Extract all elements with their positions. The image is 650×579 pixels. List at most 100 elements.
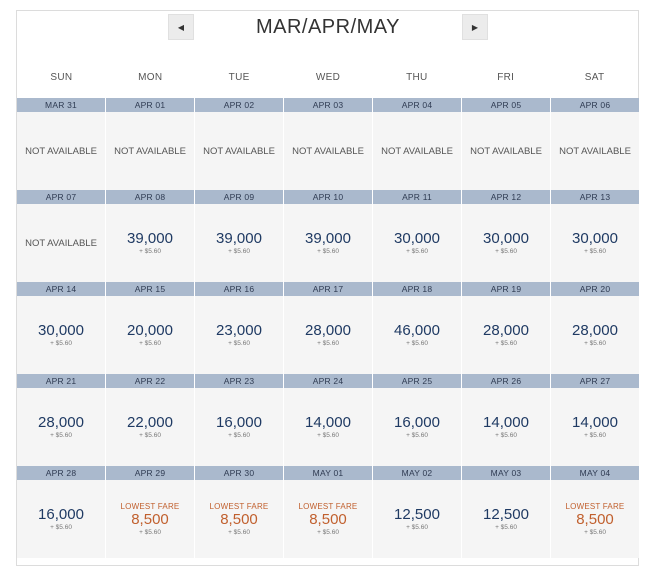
- miles-price: 39,000: [216, 229, 262, 247]
- day-cell[interactable]: 39,000 + $5.60: [106, 204, 194, 282]
- miles-price: 39,000: [127, 229, 173, 247]
- date-label: APR 25: [373, 374, 461, 388]
- day-cell[interactable]: 28,000 + $5.60: [17, 388, 105, 466]
- prev-month-button[interactable]: ◀: [168, 14, 194, 40]
- lowest-fare-tag: LOWEST FARE: [209, 501, 269, 511]
- date-label: APR 12: [462, 190, 550, 204]
- date-label: APR 23: [195, 374, 283, 388]
- day-cell[interactable]: 14,000 + $5.60: [284, 388, 372, 466]
- weekday-label: FRI: [497, 72, 515, 83]
- date-label: APR 05: [462, 98, 550, 112]
- tax-fee: + $5.60: [50, 523, 72, 531]
- tax-fee: + $5.60: [495, 247, 517, 255]
- weekday-label: TUE: [228, 72, 250, 83]
- tax-fee: + $5.60: [228, 431, 250, 439]
- miles-price: 46,000: [394, 321, 440, 339]
- day-cell[interactable]: 20,000 + $5.60: [106, 296, 194, 374]
- tax-fee: + $5.60: [139, 431, 161, 439]
- date-label: APR 24: [284, 374, 372, 388]
- day-cell[interactable]: 12,500 + $5.60: [373, 480, 461, 558]
- tax-fee: + $5.60: [495, 339, 517, 347]
- date-label: APR 07: [17, 190, 105, 204]
- tax-fee: + $5.60: [495, 431, 517, 439]
- tax-fee: + $5.60: [50, 339, 72, 347]
- not-available-label: NOT AVAILABLE: [203, 145, 275, 157]
- miles-price: 16,000: [216, 413, 262, 431]
- day-cell[interactable]: LOWEST FARE 8,500 + $5.60: [195, 480, 283, 558]
- day-cell[interactable]: 16,000 + $5.60: [373, 388, 461, 466]
- miles-price: 16,000: [38, 505, 84, 523]
- day-cell[interactable]: LOWEST FARE 8,500 + $5.60: [106, 480, 194, 558]
- tax-fee: + $5.60: [406, 431, 428, 439]
- day-cell[interactable]: LOWEST FARE 8,500 + $5.60: [284, 480, 372, 558]
- day-cell: NOT AVAILABLE: [17, 112, 105, 190]
- date-label: APR 10: [284, 190, 372, 204]
- day-cell[interactable]: 30,000 + $5.60: [373, 204, 461, 282]
- day-cell: NOT AVAILABLE: [284, 112, 372, 190]
- miles-price: 30,000: [572, 229, 618, 247]
- miles-price: 12,500: [483, 505, 529, 523]
- date-label: APR 27: [551, 374, 639, 388]
- date-label: APR 29: [106, 466, 194, 480]
- week-date-bar: MAR 31 APR 01 APR 02 APR 03 APR 04 APR 05 APR …: [17, 98, 639, 112]
- miles-price: 8,500: [309, 510, 347, 528]
- lowest-fare-tag: LOWEST FARE: [565, 501, 625, 511]
- miles-price: 23,000: [216, 321, 262, 339]
- day-cell: NOT AVAILABLE: [106, 112, 194, 190]
- day-cell: NOT AVAILABLE: [551, 112, 639, 190]
- day-cell[interactable]: 12,500 + $5.60: [462, 480, 550, 558]
- tax-fee: + $5.60: [139, 528, 161, 536]
- day-cell[interactable]: 46,000 + $5.60: [373, 296, 461, 374]
- date-label: APR 14: [17, 282, 105, 296]
- tax-fee: + $5.60: [139, 247, 161, 255]
- tax-fee: + $5.60: [228, 339, 250, 347]
- tax-fee: + $5.60: [406, 523, 428, 531]
- not-available-label: NOT AVAILABLE: [559, 145, 631, 157]
- date-label: APR 30: [195, 466, 283, 480]
- date-label: MAY 03: [462, 466, 550, 480]
- week-date-bar: APR 07 APR 08 APR 09 APR 10 APR 11 APR 12 APR …: [17, 190, 639, 204]
- day-cell[interactable]: 28,000 + $5.60: [462, 296, 550, 374]
- day-cell[interactable]: 30,000 + $5.60: [462, 204, 550, 282]
- day-cell[interactable]: 39,000 + $5.60: [284, 204, 372, 282]
- tax-fee: + $5.60: [584, 528, 606, 536]
- miles-price: 8,500: [131, 510, 169, 528]
- miles-price: 28,000: [38, 413, 84, 431]
- day-cell[interactable]: 16,000 + $5.60: [17, 480, 105, 558]
- day-cell[interactable]: 28,000 + $5.60: [551, 296, 639, 374]
- day-cell[interactable]: 22,000 + $5.60: [106, 388, 194, 466]
- week-row: NOT AVAILABLE 39,000 + $5.60 39,000 + $5.60 3…: [17, 204, 639, 282]
- date-label: MAR 31: [17, 98, 105, 112]
- date-label: APR 18: [373, 282, 461, 296]
- next-month-button[interactable]: ▶: [462, 14, 488, 40]
- day-cell[interactable]: 14,000 + $5.60: [551, 388, 639, 466]
- day-cell[interactable]: 30,000 + $5.60: [17, 296, 105, 374]
- not-available-label: NOT AVAILABLE: [25, 237, 97, 249]
- date-label: APR 08: [106, 190, 194, 204]
- day-cell[interactable]: 39,000 + $5.60: [195, 204, 283, 282]
- not-available-label: NOT AVAILABLE: [292, 145, 364, 157]
- miles-price: 30,000: [483, 229, 529, 247]
- miles-price: 20,000: [127, 321, 173, 339]
- not-available-label: NOT AVAILABLE: [114, 145, 186, 157]
- day-cell[interactable]: 30,000 + $5.60: [551, 204, 639, 282]
- miles-price: 12,500: [394, 505, 440, 523]
- date-label: MAY 02: [373, 466, 461, 480]
- day-cell[interactable]: 23,000 + $5.60: [195, 296, 283, 374]
- day-cell[interactable]: 28,000 + $5.60: [284, 296, 372, 374]
- chevron-right-icon: ▶: [471, 22, 479, 32]
- miles-price: 39,000: [305, 229, 351, 247]
- date-label: APR 19: [462, 282, 550, 296]
- day-cell[interactable]: 16,000 + $5.60: [195, 388, 283, 466]
- weekday-label: SUN: [50, 72, 73, 83]
- tax-fee: + $5.60: [406, 339, 428, 347]
- miles-price: 14,000: [572, 413, 618, 431]
- day-cell[interactable]: LOWEST FARE 8,500 + $5.60: [551, 480, 639, 558]
- day-cell[interactable]: 14,000 + $5.60: [462, 388, 550, 466]
- week-row: 30,000 + $5.60 20,000 + $5.60 23,000 + $5.60 2…: [17, 296, 639, 374]
- month-label: MAR/APR/MAY: [255, 16, 401, 38]
- miles-price: 30,000: [38, 321, 84, 339]
- week-row: 16,000 + $5.60 LOWEST FARE 8,500 + $5.60 LOWE…: [17, 480, 639, 558]
- week-row: NOT AVAILABLE NOT AVAILABLE NOT AVAILABLE N…: [17, 112, 639, 190]
- date-label: APR 02: [195, 98, 283, 112]
